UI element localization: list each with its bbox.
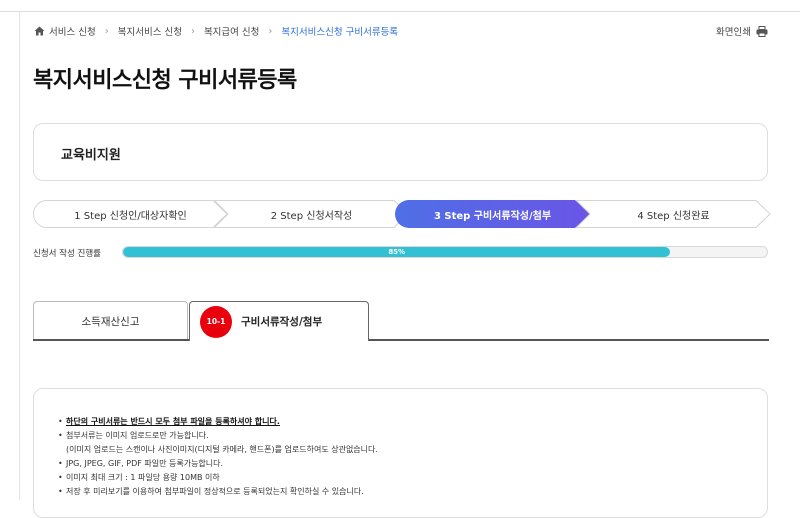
step-3: 3 Step 구비서류작성/첨부 — [395, 200, 590, 228]
breadcrumb-current: 복지서비스신청 구비서류등록 — [281, 27, 399, 38]
step-badge: 10-1 — [200, 305, 232, 338]
list-item: • 이미지 최대 크기 : 1 파일당 용량 10MB 이하 — [58, 473, 220, 482]
progress-value: 85% — [388, 248, 406, 256]
list-item: • JPG, JPEG, GIF, PDF 파일만 등록가능합니다. — [58, 459, 224, 468]
notice-text: 이미지 최대 크기 : 1 파일당 용량 10MB 이하 — [66, 473, 220, 482]
service-info-box: 교육비지원 — [33, 123, 768, 181]
step-2: 2 Step 신청서작성 — [214, 200, 409, 228]
tab-documents[interactable]: 10-1 구비서류작성/첨부 — [189, 301, 369, 341]
breadcrumb-item-welfare-service[interactable]: 복지서비스 신청 — [118, 24, 182, 38]
list-item: (이미지 업로드는 스캔이나 사진이미지(디지털 카메라, 핸드폰)를 업로드하… — [58, 443, 378, 457]
tab-underline — [33, 339, 769, 341]
step-3-label: 3 Step 구비서류작성/첨부 — [433, 210, 552, 222]
step-1: 1 Step 신청인/대상자확인 — [33, 200, 228, 228]
page-title: 복지서비스신청 구비서류등록 — [33, 68, 297, 93]
chevron-right-icon: › — [104, 25, 109, 37]
printer-icon — [756, 25, 768, 37]
list-item: • 저장 후 미리보기를 이용하여 첨부파일이 정상적으로 등록되었는지 확인하실… — [58, 487, 364, 496]
notice-text: 하단의 구비서류는 반드시 모두 첨부 파일을 등록하셔야 합니다. — [66, 417, 280, 426]
notice-text: 저장 후 미리보기를 이용하여 첨부파일이 정상적으로 등록되었는지 확인하실 … — [66, 487, 364, 496]
breadcrumb: 서비스 신청 › 복지서비스 신청 › 복지급여 신청 › 복지서비스신청 구비… — [34, 24, 398, 38]
notice-list: • 하단의 구비서류는 반드시 모두 첨부 파일을 등록하셔야 합니다. • 첨부서… — [58, 415, 378, 499]
tab-label: 구비서류작성/첨부 — [241, 316, 323, 328]
notice-text: 첨부서류는 이미지 업로드로만 가능합니다. — [66, 431, 209, 440]
step-4: 4 Step 신청완료 — [576, 200, 771, 228]
chevron-right-icon: › — [268, 25, 273, 37]
top-divider — [0, 11, 800, 12]
list-item: • 첨부서류는 이미지 업로드로만 가능합니다. — [58, 431, 209, 440]
active-tab-gap — [190, 339, 368, 341]
breadcrumb-item-service[interactable]: 서비스 신청 — [49, 24, 96, 38]
service-name: 교육비지원 — [61, 148, 121, 163]
progress-bar: 85% — [122, 246, 768, 258]
breadcrumb-item-welfare-benefit[interactable]: 복지급여 신청 — [204, 24, 259, 38]
print-label: 화면인쇄 — [716, 27, 751, 38]
chevron-right-icon: › — [190, 25, 195, 37]
tab-label: 소득재산신고 — [81, 315, 140, 328]
progress-label: 신청서 작성 진행률 — [33, 249, 101, 259]
notice-text: (이미지 업로드는 스캔이나 사진이미지(디지털 카메라, 핸드폰)를 업로드하… — [66, 445, 378, 454]
tab-income-property[interactable]: 소득재산신고 — [33, 301, 188, 340]
notice-text: JPG, JPEG, GIF, PDF 파일만 등록가능합니다. — [66, 459, 224, 468]
step-1-label: 1 Step 신청인/대상자확인 — [74, 210, 187, 222]
left-border — [19, 12, 20, 500]
step-2-label: 2 Step 신청서작성 — [270, 210, 353, 222]
home-icon[interactable] — [34, 26, 45, 36]
print-button[interactable]: 화면인쇄 — [716, 24, 768, 38]
step-4-label: 4 Step 신청완료 — [637, 210, 710, 222]
step-indicator: 1 Step 신청인/대상자확인 2 Step 신청서작성 3 Step 구비서… — [33, 200, 771, 228]
list-item: • 하단의 구비서류는 반드시 모두 첨부 파일을 등록하셔야 합니다. — [58, 417, 280, 426]
